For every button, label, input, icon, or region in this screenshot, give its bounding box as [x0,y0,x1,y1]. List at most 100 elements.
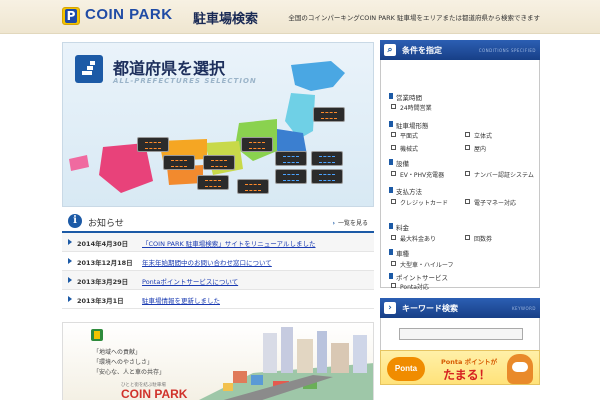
news-link[interactable]: 駐車場情報を更新しました [142,295,220,305]
condition-checkbox[interactable]: 回数券 [465,234,492,243]
news-item: 2013年3月1日 駐車場情報を更新しました [62,290,374,309]
news-item: 2013年12月18日 年末年始期間中のお問い合わせ窓口について [62,252,374,271]
region-hokkaido [291,61,345,91]
chevron-right-icon: › [384,302,396,314]
condition-group-label: ポイントサービス [389,272,539,282]
keyword-panel [380,318,540,352]
news-list: 2014年4月30日 「COIN PARK 駐車場検索」サイトをリニューアルしま… [62,233,374,309]
condition-group-label: 車種 [389,248,539,258]
led-kyushu[interactable] [137,137,169,152]
news-item: 2014年4月30日 「COIN PARK 駐車場検索」サイトをリニューアルしま… [62,233,374,252]
condition-checkbox[interactable]: 電子マネー対応 [465,198,516,207]
news-link[interactable]: 「COIN PARK 駐車場検索」サイトをリニューアルしました [142,238,315,248]
led-tohoku-2[interactable] [311,169,343,184]
ponta-banner[interactable]: Ponta Ponta ポイントが たまる！ [380,350,540,385]
news-date: 2013年12月18日 [77,259,133,267]
logo-brand-text[interactable]: COIN PARK [85,6,173,23]
checkbox-icon[interactable] [391,104,396,109]
condition-checkbox[interactable]: EV・PHV充電器 [391,170,444,179]
news-link[interactable]: 年末年始期間中のお問い合わせ窓口について [142,257,272,267]
condition-checkbox[interactable]: 平面式 [391,131,418,140]
led-kinki[interactable] [203,155,235,170]
checkbox-icon[interactable] [391,261,396,266]
condition-label: 回数券 [474,236,493,243]
sidebar: ⌕ 条件を指定 CONDITIONS SPECIFIED 営業時間 24時間営業… [380,40,540,385]
banner-line-3: 「安心な、人と車の共存」 [93,369,166,376]
condition-checkbox[interactable]: 最大料金あり [391,234,436,243]
news-item: 2013年3月29日 Pontaポイントサービスについて [62,271,374,290]
news-link[interactable]: Pontaポイントサービスについて [142,276,238,286]
condition-checkbox[interactable]: ナンバー認証システム [465,170,534,179]
raccoon-character-icon [507,354,533,384]
condition-group-label: 料金 [389,222,539,232]
triangle-right-icon [68,258,72,264]
prefecture-map: 都道府県を選択 ALL-PREFECTURES SELECTION [62,42,374,207]
checkbox-icon[interactable] [391,171,396,176]
condition-label: 平面式 [400,133,419,140]
keyword-title: キーワード検索 [402,304,458,313]
keyword-input[interactable] [399,328,523,340]
coin-park-logo-icon[interactable]: P [62,7,80,25]
triangle-right-icon [68,277,72,283]
info-icon: i [68,214,82,228]
banner-brand: COIN PARK [121,387,188,400]
condition-checkbox[interactable]: クレジットカード [391,198,448,207]
conditions-panel: 営業時間 24時間営業 駐車場形態 平面式 立体式 機械式 屋内 設備 EV・P… [380,60,540,291]
coin-park-banner[interactable]: 「地域への貢献」 「環境へのやさしさ」 「安心な、人と車の共存」 ひとと街を結ぶ… [62,322,374,400]
checkbox-icon[interactable] [391,283,396,288]
condition-group-label: 支払方法 [389,186,539,196]
led-hokkaido[interactable] [313,107,345,122]
conditions-title: 条件を指定 [402,46,442,55]
checkbox-icon[interactable] [391,145,396,150]
checkbox-icon[interactable] [465,145,470,150]
condition-checkbox[interactable]: 24時間営業 [391,103,432,112]
checkbox-icon[interactable] [391,235,396,240]
condition-checkbox[interactable]: 機械式 [391,144,418,153]
led-kanto[interactable] [275,151,307,166]
condition-label: 大型車・ハイルーフ [400,262,454,269]
led-tohoku[interactable] [311,151,343,166]
news-more-link[interactable]: › 一覧を見る [333,218,369,227]
news-date: 2013年3月1日 [77,297,124,305]
led-kanto-2[interactable] [275,169,307,184]
header-tagline: 全国のコインパーキングCOIN PARK 駐車場をエリアまたは都道府県から検索で… [288,14,540,22]
condition-group: 支払方法 クレジットカード 電子マネー対応 [389,186,539,207]
led-chubu[interactable] [241,137,273,152]
condition-label: Ponta対応 [400,284,429,291]
ponta-logo: Ponta [387,357,425,381]
condition-group-label: 設備 [389,158,539,168]
condition-label: EV・PHV充電器 [400,172,445,179]
triangle-right-icon [68,296,72,302]
checkbox-icon[interactable] [391,199,396,204]
triangle-right-icon [68,239,72,245]
condition-label: クレジットカード [400,200,449,207]
news-more-label: 一覧を見る [337,220,368,227]
condition-label: 立体式 [474,133,493,140]
condition-checkbox[interactable]: 大型車・ハイルーフ [391,260,454,269]
site-header: P COIN PARK 駐車場検索 全国のコインパーキングCOIN PARK 駐… [0,0,600,34]
conditions-header: ⌕ 条件を指定 CONDITIONS SPECIFIED [380,40,540,60]
condition-label: 電子マネー対応 [474,200,517,207]
led-chugoku[interactable] [163,155,195,170]
checkbox-icon[interactable] [465,235,470,240]
main-column: 都道府県を選択 ALL-PREFECTURES SELECTION i お知らせ… [62,42,374,400]
condition-checkbox[interactable]: 屋内 [465,144,486,153]
condition-group: 営業時間 24時間営業 [389,92,539,112]
condition-group: 設備 EV・PHV充電器 ナンバー認証システム [389,158,539,179]
ponta-line-1: Ponta ポイントが [441,358,498,366]
led-shikoku-2[interactable] [237,179,269,194]
condition-checkbox[interactable]: Ponta対応 [391,282,429,291]
checkbox-icon[interactable] [465,171,470,176]
search-icon: ⌕ [384,44,396,56]
parking-sign-icon [91,329,103,341]
news-title: お知らせ [88,219,124,229]
condition-label: 機械式 [400,146,419,153]
checkbox-icon[interactable] [465,132,470,137]
logo-subtitle[interactable]: 駐車場検索 [193,8,258,27]
condition-group: 料金 最大料金あり 回数券 [389,222,539,243]
news-date: 2013年3月29日 [77,278,129,286]
condition-checkbox[interactable]: 立体式 [465,131,492,140]
checkbox-icon[interactable] [391,132,396,137]
checkbox-icon[interactable] [465,199,470,204]
led-shikoku[interactable] [197,175,229,190]
